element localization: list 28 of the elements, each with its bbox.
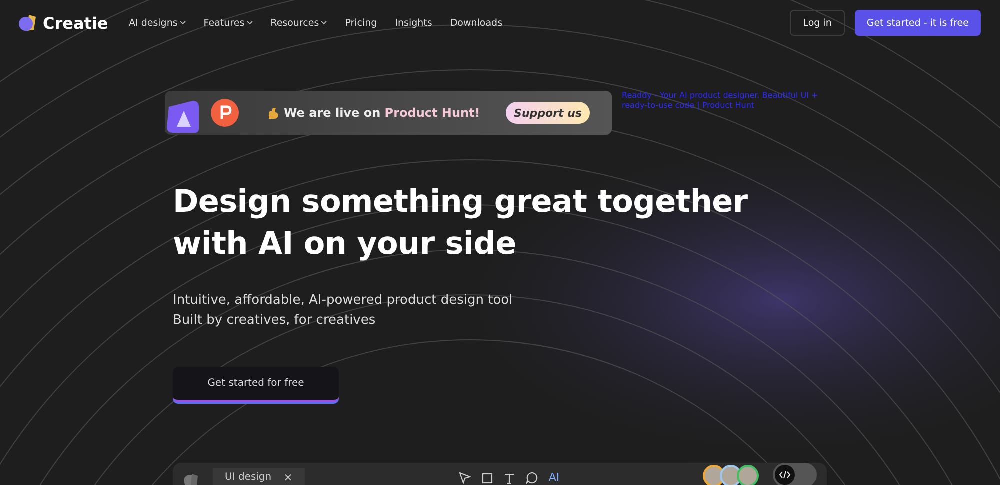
comment-icon[interactable] — [526, 472, 538, 484]
nav-link[interactable]: Resources — [270, 18, 328, 28]
get-started-free-button[interactable]: Get started for free — [173, 367, 339, 402]
get-started-button[interactable]: Get started - it is free — [854, 10, 981, 36]
app-logo-icon — [165, 99, 201, 135]
hero-title: Design something great together with AI on your side — [173, 183, 749, 264]
logo-icon — [183, 473, 199, 485]
ai-tool[interactable]: AI — [548, 472, 560, 484]
brand-name[interactable]: Creatie — [43, 14, 108, 32]
rectangle-icon[interactable] — [482, 472, 493, 484]
support-us-button[interactable]: Support us — [506, 102, 590, 124]
file-tab[interactable]: UI design × — [213, 468, 305, 485]
pointer-icon[interactable] — [458, 472, 471, 484]
nav-link[interactable]: Insights — [395, 18, 432, 28]
close-icon[interactable]: × — [284, 472, 293, 484]
logo-icon — [19, 14, 37, 32]
code-icon — [775, 465, 795, 485]
text-icon[interactable] — [504, 472, 515, 484]
nav-link[interactable]: Downloads — [450, 18, 503, 28]
banner-headline: We are live on Product Hunt! — [284, 106, 480, 120]
nav-link[interactable]: AI designs — [129, 18, 186, 28]
hero-subtitle: Intuitive, affordable, AI-powered product design tool Built by creatives, for creatives — [173, 292, 514, 330]
nav-link[interactable]: Pricing — [345, 18, 378, 28]
nav-link[interactable]: Features — [204, 18, 253, 28]
product-hunt-banner[interactable]: We are live on Product Hunt! Support us — [165, 91, 612, 135]
code-toggle[interactable] — [773, 463, 817, 485]
product-hunt-icon — [211, 99, 239, 127]
login-button[interactable]: Log in — [790, 10, 845, 36]
